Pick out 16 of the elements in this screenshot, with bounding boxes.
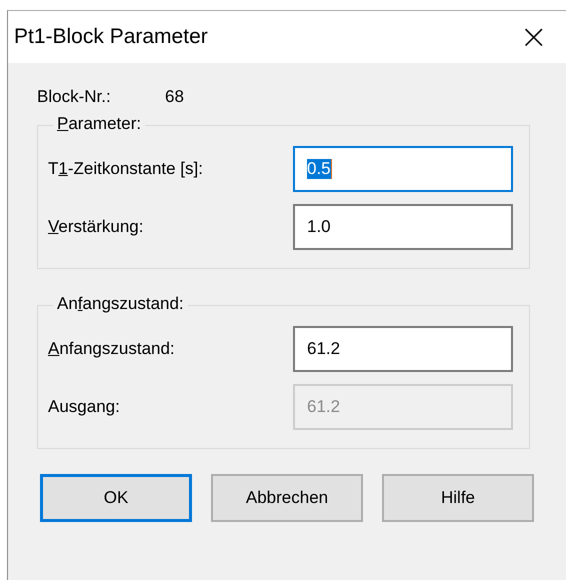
field-label: Ausgang: xyxy=(48,397,121,417)
block-number-value: 68 xyxy=(165,87,184,107)
close-button[interactable]: × xyxy=(516,20,552,54)
block-number-label: Block-Nr.: xyxy=(37,87,112,107)
dialog-button[interactable]: Abbrechen xyxy=(211,474,363,522)
field-label: Anfangszustand: xyxy=(48,339,176,359)
group-legend: Parameter: xyxy=(53,114,146,134)
dialog-button[interactable]: OK xyxy=(40,474,192,522)
input-field[interactable]: 61.2 xyxy=(293,326,513,372)
group-legend: Anfangszustand: xyxy=(53,294,188,314)
window-title: Pt1-Block Parameter xyxy=(14,25,208,49)
field-label: T1-Zeitkonstante [s]: xyxy=(48,159,204,179)
input-field[interactable]: 0.5 xyxy=(293,146,513,192)
input-field[interactable]: 1.0 xyxy=(293,204,513,250)
field-label: Verstärkung: xyxy=(48,217,144,237)
dialog-button[interactable]: Hilfe xyxy=(382,474,534,522)
